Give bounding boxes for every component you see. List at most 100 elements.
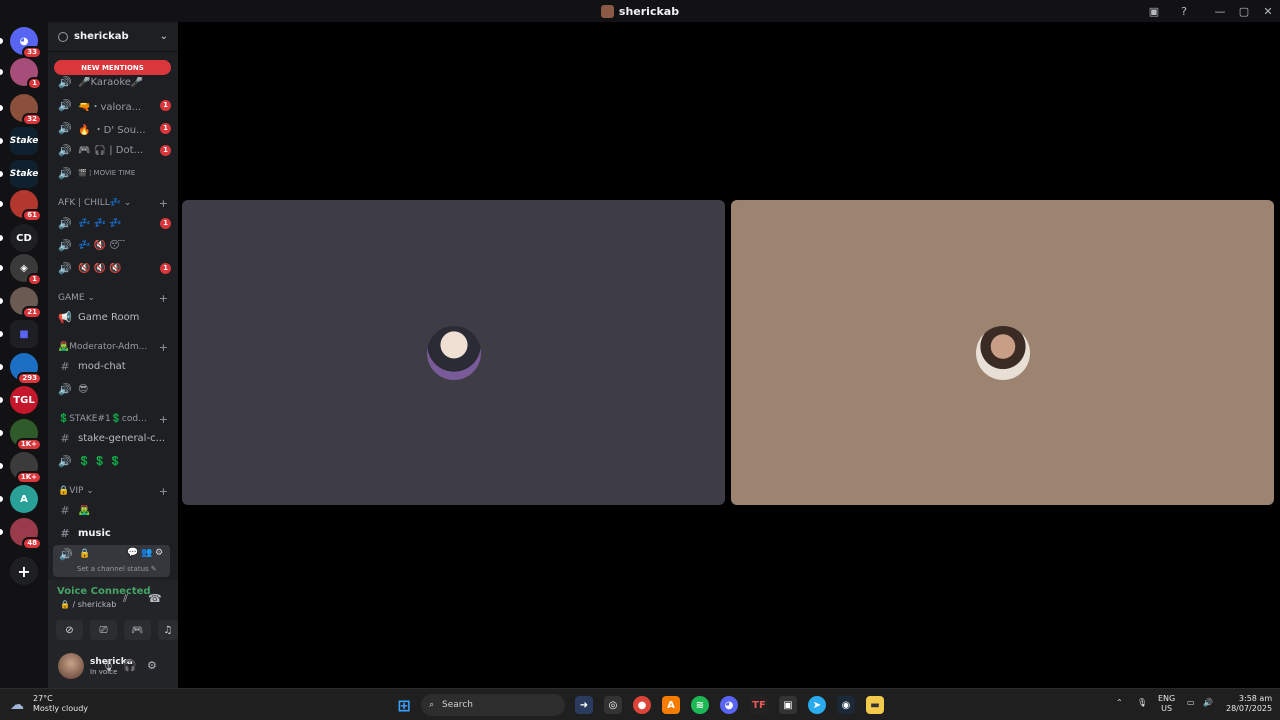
category-moderator[interactable]: 🧟‍♂️Moderator-Adm... +: [58, 341, 168, 354]
app-icon-2[interactable]: ◎: [604, 696, 622, 714]
add-channel-icon[interactable]: +: [159, 485, 168, 498]
server-icon-server-11[interactable]: 48: [10, 518, 42, 550]
category-afk[interactable]: AFK | CHILL💤 ⌄ +: [58, 197, 168, 210]
server-icon-server-1[interactable]: 1: [10, 58, 42, 90]
add-channel-icon[interactable]: +: [159, 341, 168, 354]
unread-badge: 48: [22, 537, 42, 550]
help-icon[interactable]: ?: [1172, 5, 1196, 18]
stage-channel-game-room[interactable]: 📢 Game Room: [54, 307, 171, 327]
soundboard-button[interactable]: ♫: [158, 620, 178, 640]
window-titlebar: sherickab ▣ ? — ▢ ✕: [0, 0, 1280, 22]
camera-off-button[interactable]: ⊘: [56, 620, 83, 640]
voice-channel-stake[interactable]: 🔊 💲 💲 💲: [54, 451, 171, 471]
activity-button[interactable]: 🎮: [124, 620, 151, 640]
add-server-button[interactable]: +: [10, 557, 38, 585]
participant-tile-right[interactable]: [731, 200, 1274, 505]
participant-tile-left[interactable]: [182, 200, 725, 505]
spotify-icon[interactable]: ≋: [691, 696, 709, 714]
server-icon-server-5[interactable]: 21: [10, 287, 42, 319]
channel-label: mod-chat: [78, 360, 126, 372]
unread-pip: [0, 265, 3, 271]
speaker-icon: 🔊: [58, 454, 72, 468]
microphone-icon[interactable]: 🎙: [101, 659, 115, 672]
screen-share-button[interactable]: ⎚: [90, 620, 117, 640]
app-icon-3[interactable]: A: [662, 696, 680, 714]
volume-icon[interactable]: 🔊: [1203, 698, 1213, 708]
server-icon-server-4[interactable]: ◈ 1: [10, 254, 42, 286]
voice-channel-karaoke[interactable]: 🔊 🎤Karaoke🎤: [54, 72, 171, 92]
network-icon[interactable]: ▭: [1187, 698, 1195, 708]
server-glyph: ■: [19, 328, 29, 340]
category-game[interactable]: GAME ⌄ +: [58, 292, 168, 305]
app-icon-4[interactable]: TF: [750, 696, 768, 714]
clock[interactable]: 3:58 am 28/07/2025: [1226, 694, 1272, 714]
voice-channel-mod[interactable]: 🔊 😎: [54, 379, 171, 399]
voice-channel-afk-2[interactable]: 🔊 💤 🔇 😴: [54, 235, 171, 255]
chrome-icon[interactable]: ●: [633, 696, 651, 714]
active-voice-channel[interactable]: 🔊 🔒 💬 👥 ⚙ Set a channel status ✎: [53, 545, 170, 577]
add-channel-icon[interactable]: +: [159, 413, 168, 426]
guild-header[interactable]: sherickab ⌄: [48, 22, 178, 52]
taskbar-search[interactable]: ⌕ Search: [421, 694, 565, 716]
category-vip[interactable]: 🔒VIP ⌄ +: [58, 485, 168, 498]
text-channel-vip[interactable]: # 🧟‍♂️: [54, 500, 171, 520]
app-icon-5[interactable]: ▣: [779, 696, 797, 714]
discord-icon[interactable]: ◕: [720, 696, 738, 714]
add-channel-icon[interactable]: +: [159, 292, 168, 305]
server-icon-server-2[interactable]: 32: [10, 94, 42, 126]
minimize-button[interactable]: —: [1208, 5, 1232, 18]
close-button[interactable]: ✕: [1256, 5, 1280, 18]
steam-icon[interactable]: ◉: [837, 696, 855, 714]
telegram-icon[interactable]: ➤: [808, 696, 826, 714]
server-icon-server-9[interactable]: 1K+: [10, 452, 42, 484]
speaker-icon: 🔊: [58, 98, 72, 112]
voice-connected-title[interactable]: Voice Connected: [57, 586, 151, 597]
server-icon-server-3[interactable]: 61: [10, 190, 42, 222]
user-settings-icon[interactable]: ⚙: [147, 659, 157, 672]
chat-icon[interactable]: 💬: [127, 548, 138, 558]
voice-channel-valorant[interactable]: 🔊 🔫・valora... 1: [54, 95, 171, 115]
noise-suppression-icon[interactable]: ⫽: [123, 592, 128, 606]
user-avatar[interactable]: [58, 653, 84, 679]
text-channel-stake-general[interactable]: # stake-general-c...: [54, 428, 171, 448]
hash-icon: #: [60, 526, 70, 540]
server-icon-stake-2[interactable]: Stake: [10, 160, 38, 188]
server-icon-server-10[interactable]: A: [10, 485, 38, 513]
windows-start-icon[interactable]: ⊞: [395, 696, 413, 715]
settings-icon[interactable]: ⚙: [155, 548, 163, 558]
voice-channel-sound[interactable]: 🔊 🔥 ・D' Sou... 1: [54, 118, 171, 138]
server-icon-server-7[interactable]: TGL: [10, 386, 38, 414]
server-icon-server-6[interactable]: 293: [10, 353, 42, 385]
unread-pip: [0, 38, 3, 44]
search-icon: ⌕: [429, 700, 435, 710]
headphones-icon[interactable]: 🎧: [123, 659, 137, 672]
text-channel-music[interactable]: # music: [54, 523, 171, 543]
disconnect-icon[interactable]: ☎: [148, 592, 162, 605]
voice-connected-subtitle[interactable]: 🔒 / sherickab: [60, 600, 116, 609]
weather-widget[interactable]: 27°C Mostly cloudy: [33, 694, 88, 714]
text-channel-mod-chat[interactable]: # mod-chat: [54, 356, 171, 376]
add-channel-icon[interactable]: +: [159, 197, 168, 210]
app-icon-1[interactable]: ➜: [575, 696, 593, 714]
chevron-up-icon[interactable]: ⌃: [1116, 698, 1123, 708]
language-indicator[interactable]: ENG US: [1158, 694, 1175, 714]
channel-label: stake-general-c...: [78, 432, 166, 444]
server-icon-server-cd[interactable]: CD: [10, 224, 38, 252]
unread-pip: [0, 331, 3, 337]
file-explorer-icon[interactable]: ▬: [866, 696, 884, 714]
voice-channel-afk-3[interactable]: 🔊 🔇 🔇 🔇 1: [54, 258, 171, 278]
server-icon-stake-1[interactable]: Stake: [10, 127, 38, 155]
invite-icon[interactable]: 👥: [141, 548, 152, 558]
maximize-button[interactable]: ▢: [1232, 5, 1256, 18]
server-icon-folder[interactable]: ■: [10, 320, 38, 348]
server-icon-discord-home[interactable]: ◕ 33: [10, 27, 42, 59]
inbox-icon[interactable]: ▣: [1142, 5, 1166, 18]
category-stake[interactable]: 💲STAKE#1💲cod... +: [58, 413, 168, 426]
channel-status[interactable]: Set a channel status ✎: [77, 565, 157, 573]
server-icon-server-8[interactable]: 1K+: [10, 419, 42, 451]
server-glyph: ◈: [20, 262, 28, 274]
voice-channel-movie[interactable]: 🔊 🎬 ¦ MOVIE TIME: [54, 163, 171, 183]
voice-channel-afk-1[interactable]: 🔊 💤 💤 💤 1: [54, 213, 171, 233]
voice-channel-dota[interactable]: 🔊 🎮 🎧 | Dot... 1: [54, 140, 171, 160]
microphone-icon[interactable]: 🎙: [1137, 698, 1147, 708]
